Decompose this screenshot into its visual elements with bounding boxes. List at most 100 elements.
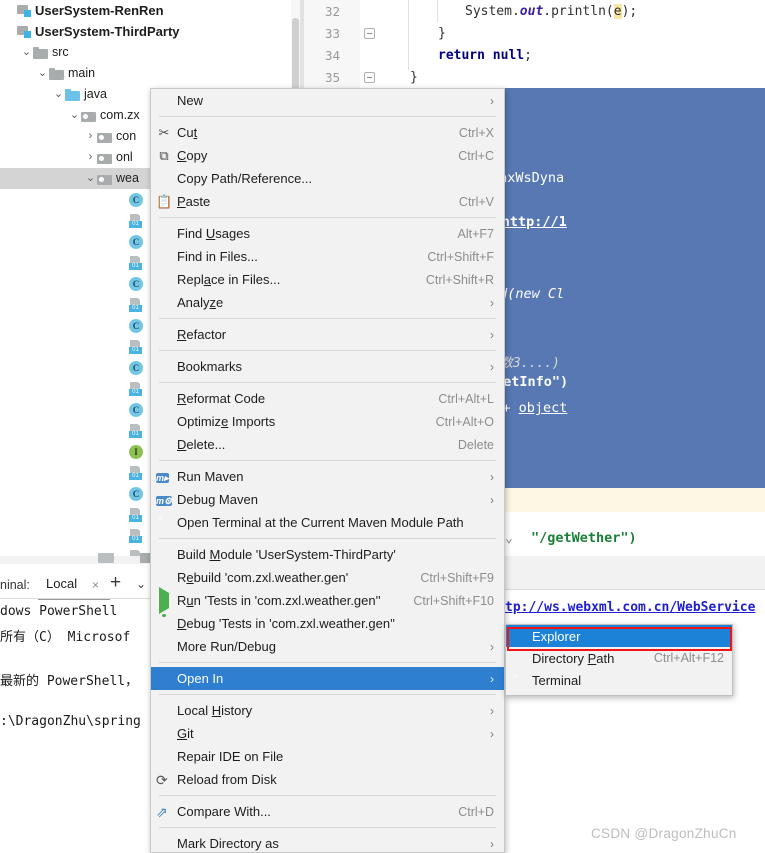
menu-item-refactor[interactable]: Refactor › bbox=[151, 323, 504, 346]
url-literal[interactable]: tp://ws.webxml.com.cn/WebService bbox=[505, 600, 755, 615]
menu-item-new[interactable]: New › bbox=[151, 89, 504, 112]
menu-item-compare-with[interactable]: ⇗ Compare With... Ctrl+D bbox=[151, 800, 504, 823]
menu-item-debug-tests-in-com-zxl-weather-gen[interactable]: Debug 'Tests in 'com.zxl.weather.gen'' bbox=[151, 612, 504, 635]
menu-item-shortcut: Ctrl+Alt+O bbox=[435, 414, 494, 429]
chevron-collapse-icon[interactable]: ⌄ bbox=[505, 531, 513, 546]
submenu-item-label: Directory Path bbox=[532, 650, 615, 666]
menu-item-label: Local History bbox=[177, 703, 253, 718]
binary-file-icon: 01 bbox=[129, 298, 142, 312]
run-icon bbox=[156, 587, 172, 614]
tree-row-label: java bbox=[84, 87, 107, 101]
binary-file-icon: 01 bbox=[129, 508, 142, 522]
open-in-submenu[interactable]: Explorer Directory Path Ctrl+Alt+F12 Termin… bbox=[505, 624, 733, 696]
terminal-icon bbox=[156, 515, 172, 531]
menu-separator bbox=[159, 116, 496, 117]
menu-item-open-in[interactable]: Open In › bbox=[151, 667, 504, 690]
submenu-item-label: Explorer bbox=[532, 628, 581, 644]
menu-item-label: Repair IDE on File bbox=[177, 749, 284, 764]
terminal-line: 最新的 PowerShell， bbox=[0, 674, 139, 689]
code-line: } bbox=[410, 70, 418, 85]
menu-item-label: Delete... bbox=[177, 437, 226, 452]
class-icon: C bbox=[129, 234, 143, 249]
tree-row[interactable]: UserSystem-ThirdParty bbox=[0, 21, 300, 42]
chevron-right-icon: › bbox=[490, 726, 494, 741]
tree-row-label: UserSystem-ThirdParty bbox=[35, 24, 180, 39]
fold-toggle[interactable] bbox=[364, 72, 375, 83]
menu-item-label: Run Maven bbox=[177, 469, 244, 484]
class-icon: C bbox=[129, 360, 143, 375]
menu-item-find-usages[interactable]: Find Usages Alt+F7 bbox=[151, 222, 504, 245]
menu-item-open-terminal-at-the-current-maven-module-path[interactable]: Open Terminal at the Current Maven Modul… bbox=[151, 511, 504, 534]
interface-icon: I bbox=[129, 444, 143, 459]
menu-item-label: Debug 'Tests in 'com.zxl.weather.gen'' bbox=[177, 616, 396, 631]
context-menu[interactable]: New › ✂ Cut Ctrl+X ⧉ Copy Ctrl+C Copy Path/Refer… bbox=[150, 88, 505, 853]
terminal-line: :\DragonZhu\spring bbox=[0, 714, 141, 729]
menu-item-reload-from-disk[interactable]: ⟳ Reload from Disk bbox=[151, 768, 504, 791]
menu-item-copy-path-reference[interactable]: Copy Path/Reference... bbox=[151, 167, 504, 190]
code-line: System.out.println(e); bbox=[465, 4, 638, 19]
class-icon: C bbox=[129, 276, 143, 291]
menu-item-build-module-usersystem-thirdparty[interactable]: Build Module 'UserSystem-ThirdParty' bbox=[151, 543, 504, 566]
menu-item-mark-directory-as[interactable]: Mark Directory as › bbox=[151, 832, 504, 852]
chevron-right-icon: › bbox=[490, 469, 494, 484]
terminal-line: 所有（C） Microsof bbox=[0, 630, 131, 645]
fold-toggle[interactable] bbox=[364, 28, 375, 39]
menu-item-analyze[interactable]: Analyze › bbox=[151, 291, 504, 314]
package-icon bbox=[81, 110, 96, 122]
menu-item-copy[interactable]: ⧉ Copy Ctrl+C bbox=[151, 144, 504, 167]
terminal-panel-label: ninal: bbox=[0, 578, 30, 592]
close-icon[interactable]: × bbox=[92, 578, 99, 592]
folder-blue-icon bbox=[65, 88, 80, 101]
menu-item-label: Copy bbox=[177, 148, 208, 163]
tree-row[interactable]: ⌄ main bbox=[0, 63, 300, 84]
menu-item-reformat-code[interactable]: Reformat Code Ctrl+Alt+L bbox=[151, 387, 504, 410]
annotation-string: "/getWether") bbox=[531, 530, 637, 546]
terminal-tab-local[interactable]: Local bbox=[46, 576, 77, 591]
chevron-down-icon[interactable]: ⌄ bbox=[136, 577, 146, 591]
chevron-right-icon: › bbox=[490, 295, 494, 310]
menu-item-shortcut: Ctrl+D bbox=[458, 804, 494, 819]
line-number: 32 bbox=[324, 4, 340, 19]
maven-debug-icon: m⚙ bbox=[156, 496, 173, 506]
tree-row-label: con bbox=[116, 129, 137, 143]
menu-item-optimize-imports[interactable]: Optimize Imports Ctrl+Alt+O bbox=[151, 410, 504, 433]
menu-item-delete[interactable]: Delete... Delete bbox=[151, 433, 504, 456]
menu-item-run-tests-in-com-zxl-weather-gen[interactable]: Run 'Tests in 'com.zxl.weather.gen'' Ctrl… bbox=[151, 587, 504, 614]
menu-item-rebuild-com-zxl-weather-gen[interactable]: Rebuild 'com.zxl.weather.gen' Ctrl+Shift+… bbox=[151, 566, 504, 589]
debug-icon bbox=[156, 616, 172, 632]
tree-row[interactable]: ⌄ src bbox=[0, 42, 300, 63]
menu-item-debug-maven[interactable]: m⚙ Debug Maven › bbox=[151, 488, 504, 511]
menu-item-repair-ide-on-file[interactable]: Repair IDE on File bbox=[151, 745, 504, 768]
menu-item-local-history[interactable]: Local History › bbox=[151, 699, 504, 722]
chevron-down-icon[interactable]: ⌄ bbox=[36, 63, 49, 84]
menu-item-shortcut: Ctrl+C bbox=[458, 148, 494, 163]
menu-item-label: Find in Files... bbox=[177, 249, 258, 264]
watermark-text: CSDN @DragonZhuCn bbox=[591, 826, 737, 841]
menu-item-shortcut: Delete bbox=[457, 437, 494, 452]
menu-item-find-in-files[interactable]: Find in Files... Ctrl+Shift+F bbox=[151, 245, 504, 268]
menu-item-paste[interactable]: 📋 Paste Ctrl+V bbox=[151, 190, 504, 213]
menu-item-more-run-debug[interactable]: More Run/Debug › bbox=[151, 635, 504, 658]
submenu-item-explorer[interactable]: Explorer bbox=[506, 625, 732, 647]
chevron-down-icon[interactable]: ⌄ bbox=[84, 168, 97, 189]
chevron-right-icon[interactable]: › bbox=[84, 126, 97, 147]
tree-row[interactable]: UserSystem-RenRen bbox=[0, 0, 300, 21]
menu-item-label: Reformat Code bbox=[177, 391, 266, 406]
menu-separator bbox=[159, 350, 496, 351]
menu-item-cut[interactable]: ✂ Cut Ctrl+X bbox=[151, 121, 504, 144]
submenu-item-directory-path[interactable]: Directory Path Ctrl+Alt+F12 bbox=[506, 647, 732, 669]
menu-item-git[interactable]: Git › bbox=[151, 722, 504, 745]
chevron-down-icon[interactable]: ⌄ bbox=[52, 84, 65, 105]
add-terminal-icon[interactable]: + bbox=[110, 572, 121, 594]
submenu-item-terminal[interactable]: Terminal bbox=[506, 669, 732, 691]
binary-file-icon: 01 bbox=[129, 424, 142, 438]
chevron-right-icon[interactable]: › bbox=[84, 147, 97, 168]
indent-guide bbox=[437, 0, 438, 22]
chevron-down-icon[interactable]: ⌄ bbox=[68, 105, 81, 126]
menu-item-bookmarks[interactable]: Bookmarks › bbox=[151, 355, 504, 378]
folder-toolbar-icon[interactable] bbox=[98, 552, 114, 563]
chevron-down-icon[interactable]: ⌄ bbox=[20, 42, 33, 63]
menu-item-replace-in-files[interactable]: Replace in Files... Ctrl+Shift+R bbox=[151, 268, 504, 291]
menu-item-run-maven[interactable]: m▸ Run Maven › bbox=[151, 465, 504, 488]
submenu-item-shortcut: Ctrl+Alt+F12 bbox=[653, 651, 724, 665]
